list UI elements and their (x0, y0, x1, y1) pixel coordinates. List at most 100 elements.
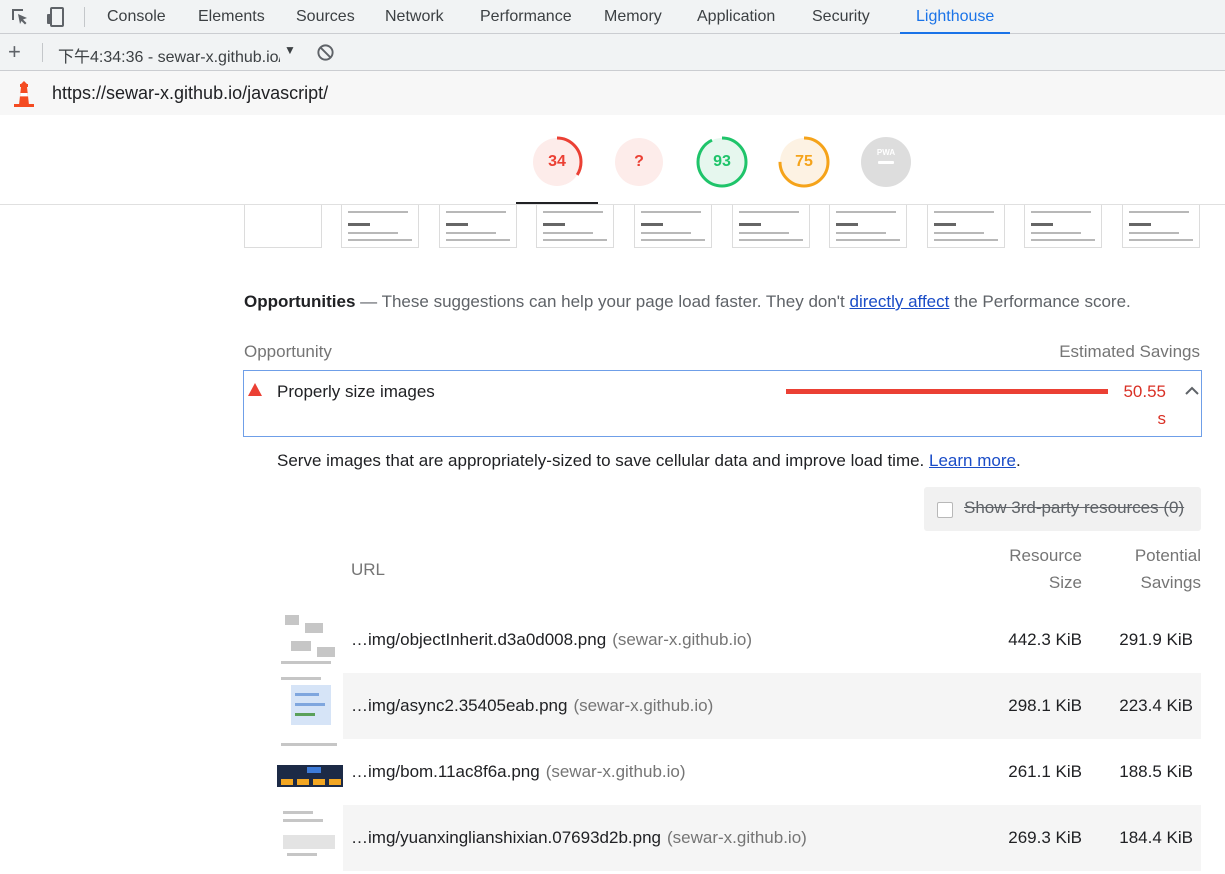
column-resource-size-line2: Size (1048, 573, 1082, 592)
tab-separator (84, 7, 85, 27)
report-url-bar: https://sewar-x.github.io/javascript/ (0, 71, 1225, 115)
tab-elements[interactable]: Elements (198, 0, 265, 34)
potential-savings: 223.4 KiB (1119, 696, 1193, 715)
filmstrip-frame (829, 205, 907, 248)
resource-url: …img/async2.35405eab.png (sewar-x.github.… (351, 696, 713, 716)
tab-application[interactable]: Application (697, 0, 775, 34)
resource-size: 298.1 KiB (1008, 696, 1082, 715)
resource-size: 269.3 KiB (1008, 828, 1082, 847)
resource-path: …img/async2.35405eab.png (351, 696, 568, 715)
tab-console[interactable]: Console (107, 0, 166, 34)
description-text: Serve images that are appropriately-size… (277, 451, 930, 470)
filmstrip-frame (1122, 205, 1200, 248)
score-gauges: 34 ? 93 75 PWA (0, 115, 1225, 205)
resource-url: …img/objectInherit.d3a0d008.png (sewar-x.… (351, 630, 752, 650)
resource-size: 442.3 KiB (1008, 630, 1082, 649)
gauge-accessibility[interactable]: ? (613, 136, 665, 188)
opportunities-text: — These suggestions can help your page l… (355, 292, 850, 311)
directly-affect-link[interactable]: directly affect (850, 292, 950, 311)
filmstrip-frame (732, 205, 810, 248)
image-thumbnail (277, 673, 343, 739)
gauge-seo[interactable]: 75 (778, 136, 830, 188)
pwa-label: PWA (877, 148, 895, 157)
column-resource-size: Resource Size (980, 542, 1082, 596)
table-row[interactable]: …img/bom.11ac8f6a.png (sewar-x.github.io)… (277, 739, 1201, 805)
table-row[interactable]: …img/objectInherit.d3a0d008.png (sewar-x.… (277, 607, 1201, 673)
image-thumbnail (277, 805, 343, 871)
toolbar-separator (42, 43, 43, 62)
opportunities-heading: Opportunities — These suggestions can he… (244, 292, 1131, 312)
gauge-value: 34 (548, 153, 566, 170)
gauge-performance[interactable]: 34 (531, 136, 583, 188)
filmstrip-frame (536, 205, 614, 248)
column-resource-size-line1: Resource (1009, 546, 1082, 565)
table-row[interactable]: …img/yuanxinglianshixian.07693d2b.png (se… (277, 805, 1201, 871)
column-opportunity: Opportunity (244, 342, 332, 361)
potential-savings: 291.9 KiB (1119, 630, 1193, 649)
column-potential-savings: Potential Savings (1096, 542, 1201, 596)
filmstrip-frame (927, 205, 1005, 248)
opportunities-tail: the Performance score. (949, 292, 1131, 311)
filmstrip-frame (1024, 205, 1102, 248)
opportunities-title: Opportunities (244, 292, 356, 311)
resource-host: (sewar-x.github.io) (545, 762, 686, 781)
report-selector[interactable]: 下午4:34:36 - sewar-x.github.io/javascript… (58, 43, 280, 67)
clear-all-icon[interactable] (316, 43, 335, 62)
gauge-best-practices[interactable]: 93 (696, 136, 748, 188)
learn-more-link[interactable]: Learn more (929, 451, 1016, 470)
active-gauge-indicator (516, 202, 598, 204)
resource-path: …img/objectInherit.d3a0d008.png (351, 630, 607, 649)
image-thumbnail (277, 739, 343, 805)
resource-url: …img/yuanxinglianshixian.07693d2b.png (se… (351, 828, 807, 848)
new-report-button[interactable]: + (8, 38, 21, 66)
filmstrip-frame (439, 205, 517, 248)
tab-performance[interactable]: Performance (480, 0, 572, 34)
resource-host: (sewar-x.github.io) (573, 696, 714, 715)
fail-triangle-icon (248, 383, 262, 396)
third-party-label: Show 3rd-party resources (0) (964, 498, 1184, 518)
lighthouse-toolbar: + 下午4:34:36 - sewar-x.github.io/javascri… (0, 34, 1225, 71)
third-party-text: Show 3rd-party resources (964, 498, 1159, 517)
filmstrip-frame (341, 205, 419, 248)
pwa-badge-icon: PWA (861, 137, 911, 187)
report-url[interactable]: https://sewar-x.github.io/javascript/ (52, 83, 328, 104)
inspect-element-icon[interactable] (8, 5, 32, 29)
tab-security[interactable]: Security (812, 0, 870, 34)
gauge-pwa[interactable]: PWA (860, 136, 912, 188)
savings-unit: s (1157, 409, 1167, 428)
savings-value: 50.55 (1123, 382, 1166, 401)
dropdown-arrow-icon[interactable]: ▼ (284, 43, 296, 57)
resource-host: (sewar-x.github.io) (667, 828, 807, 847)
description-end: . (1015, 451, 1021, 470)
resource-size: 261.1 KiB (1008, 762, 1082, 781)
audit-title: Properly size images (277, 382, 435, 401)
column-estimated-savings: Estimated Savings (1059, 342, 1200, 361)
tab-sources[interactable]: Sources (296, 0, 355, 34)
filmstrip-frame (634, 205, 712, 248)
savings-bar (786, 389, 1108, 394)
resource-host: (sewar-x.github.io) (612, 630, 753, 649)
third-party-filter[interactable]: Show 3rd-party resources (0) (924, 487, 1201, 531)
tab-network[interactable]: Network (385, 0, 444, 34)
third-party-checkbox[interactable] (937, 502, 953, 518)
resource-url: …img/bom.11ac8f6a.png (sewar-x.github.io) (351, 762, 686, 782)
potential-savings: 184.4 KiB (1119, 828, 1193, 847)
table-row[interactable]: …img/async2.35405eab.png (sewar-x.github.… (277, 673, 1201, 739)
devtools-tab-bar: Console Elements Sources Network Perform… (0, 0, 1225, 34)
filmstrip (244, 205, 1204, 250)
gauge-value: 93 (713, 153, 731, 170)
gauge-value: 75 (795, 153, 813, 170)
potential-savings: 188.5 KiB (1119, 762, 1193, 781)
audit-description: Serve images that are appropriately-size… (277, 451, 1021, 471)
third-party-count: (0) (1163, 498, 1185, 517)
lighthouse-logo-icon (14, 81, 34, 107)
device-toolbar-icon[interactable] (44, 5, 68, 29)
column-url: URL (351, 560, 386, 579)
tab-memory[interactable]: Memory (604, 0, 662, 34)
filmstrip-frame (244, 205, 322, 248)
chevron-up-icon[interactable] (1184, 385, 1200, 397)
audit-properly-size-images[interactable]: Properly size images 50.55 s (243, 370, 1202, 437)
gauge-value: ? (634, 153, 644, 170)
image-thumbnail (277, 607, 343, 673)
tab-lighthouse[interactable]: Lighthouse (899, 0, 1011, 34)
